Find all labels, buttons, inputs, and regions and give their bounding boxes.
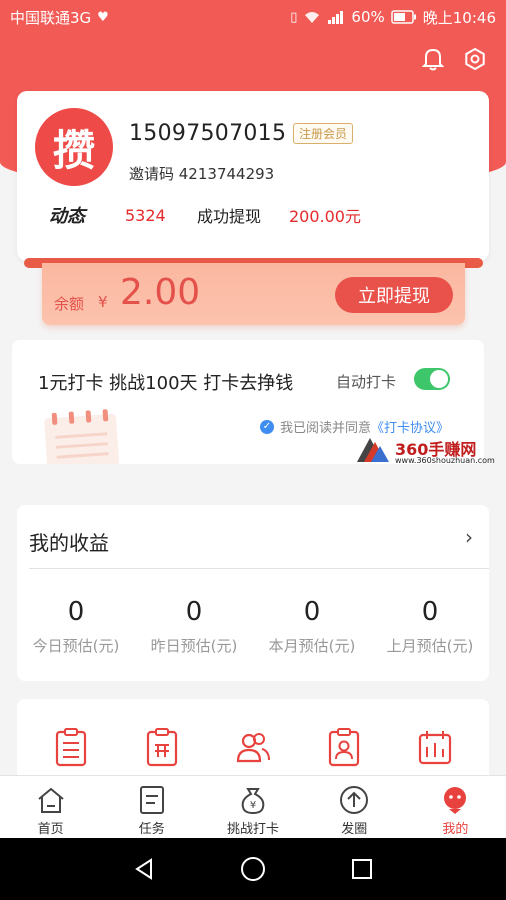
- auto-checkin-label: 自动打卡: [336, 373, 397, 391]
- income-label: 本月预估(元): [268, 637, 356, 655]
- settings-icon[interactable]: [462, 46, 488, 72]
- income-stat-today: 0 今日预估(元): [17, 597, 135, 656]
- income-value: 0: [303, 597, 321, 627]
- dynamic-label[interactable]: 动态: [49, 202, 85, 228]
- calendar-line: [55, 442, 109, 449]
- home-icon: [34, 784, 68, 816]
- income-value: 0: [185, 597, 203, 627]
- auto-checkin-toggle[interactable]: [414, 368, 450, 390]
- signal-icon: [328, 11, 344, 24]
- clock: 晚上10:46: [422, 8, 496, 27]
- avatar[interactable]: 攒: [35, 108, 113, 186]
- calendar-rings: [51, 409, 109, 426]
- clipboard-list-icon[interactable]: [51, 725, 91, 769]
- tools-row: [17, 725, 489, 769]
- withdraw-success-label: 成功提现: [197, 207, 262, 226]
- money-bag-icon: ¥: [236, 784, 270, 816]
- chevron-right-icon[interactable]: ›: [465, 525, 473, 549]
- upload-icon: [337, 784, 371, 816]
- task-icon: [135, 784, 169, 816]
- svg-text:¥: ¥: [250, 800, 256, 811]
- watermark: 360手赚网 www.360shouzhuan.com: [355, 434, 503, 468]
- income-stat-this-month: 0 本月预估(元): [253, 597, 371, 656]
- calendar-line: [55, 432, 108, 439]
- calendar-stats-icon[interactable]: [415, 725, 455, 769]
- currency-symbol: ¥: [98, 293, 108, 311]
- carrier-label: 中国联通3G: [10, 8, 92, 27]
- income-label: 昨日预估(元): [150, 637, 238, 655]
- balance-label: 余额: [54, 295, 85, 313]
- header-actions: [420, 46, 488, 72]
- profile-icon: [438, 784, 472, 816]
- status-bar: 中国联通3G ♥ ▯ 60% 晚上10:46: [0, 0, 506, 34]
- vibrate-icon: ▯: [290, 9, 298, 25]
- tab-label: 挑战打卡: [227, 822, 280, 837]
- status-right: ▯ 60% 晚上10:46: [290, 7, 496, 28]
- income-stat-yesterday: 0 昨日预估(元): [135, 597, 253, 656]
- tab-post[interactable]: 发圈: [304, 776, 405, 838]
- battery-percent: 60%: [351, 8, 385, 26]
- status-left: 中国联通3G ♥: [10, 7, 109, 28]
- income-title: 我的收益: [29, 531, 109, 555]
- tab-bar: 首页 任务 ¥ 挑战打卡 发圈 我的: [0, 775, 506, 838]
- watermark-logo-icon: [357, 438, 389, 462]
- tab-label: 我的: [442, 822, 469, 837]
- tab-task[interactable]: 任务: [101, 776, 202, 838]
- checkin-title[interactable]: 1元打卡 挑战100天 打卡去挣钱: [38, 369, 293, 395]
- income-card: 我的收益 › 0 今日预估(元) 0 昨日预估(元) 0 本月预估(元) 0 上…: [17, 505, 489, 681]
- member-badge: 注册会员: [293, 123, 354, 144]
- heart-icon: ♥: [97, 9, 109, 25]
- watermark-url: www.360shouzhuan.com: [395, 456, 495, 465]
- tab-mine[interactable]: 我的: [405, 776, 506, 838]
- profile-card: 攒 15097507015 注册会员 邀请码 4213744293 动态 532…: [17, 91, 489, 261]
- dynamic-value: 5324: [125, 205, 166, 225]
- team-icon[interactable]: [233, 725, 273, 769]
- taobao-order-icon[interactable]: [142, 725, 182, 769]
- home-circle-icon[interactable]: [233, 849, 273, 889]
- back-icon[interactable]: [124, 849, 164, 889]
- tab-challenge[interactable]: ¥ 挑战打卡: [202, 776, 303, 838]
- income-stat-last-month: 0 上月预估(元): [371, 597, 489, 656]
- tab-label: 任务: [138, 822, 165, 837]
- calendar-line: [56, 452, 109, 459]
- calendar-icon: [43, 409, 121, 464]
- member-card-icon[interactable]: [324, 725, 364, 769]
- tab-home[interactable]: 首页: [0, 776, 101, 838]
- withdraw-success-value: 200.00元: [289, 207, 361, 226]
- withdraw-button[interactable]: 立即提现: [335, 277, 453, 313]
- battery-icon: [391, 10, 416, 24]
- invite-code: 邀请码 4213744293: [129, 165, 275, 183]
- income-label: 今日预估(元): [32, 637, 120, 655]
- tab-label: 首页: [37, 822, 64, 837]
- system-nav-bar: [0, 838, 506, 900]
- divider: [29, 568, 489, 569]
- income-value: 0: [67, 597, 85, 627]
- phone-number: 15097507015: [129, 121, 287, 146]
- check-icon[interactable]: ✓: [260, 419, 274, 434]
- tab-label: 发圈: [341, 822, 368, 837]
- bell-icon[interactable]: [420, 46, 446, 72]
- income-value: 0: [421, 597, 439, 627]
- balance-amount: 2.00: [120, 272, 201, 313]
- income-label: 上月预估(元): [386, 637, 474, 655]
- toggle-knob: [430, 370, 448, 388]
- recents-icon[interactable]: [342, 849, 382, 889]
- wifi-icon: [305, 12, 320, 23]
- balance-card: 余额 ¥ 2.00 立即提现: [42, 263, 465, 325]
- income-stats: 0 今日预估(元) 0 昨日预估(元) 0 本月预估(元) 0 上月预估(元): [17, 597, 489, 656]
